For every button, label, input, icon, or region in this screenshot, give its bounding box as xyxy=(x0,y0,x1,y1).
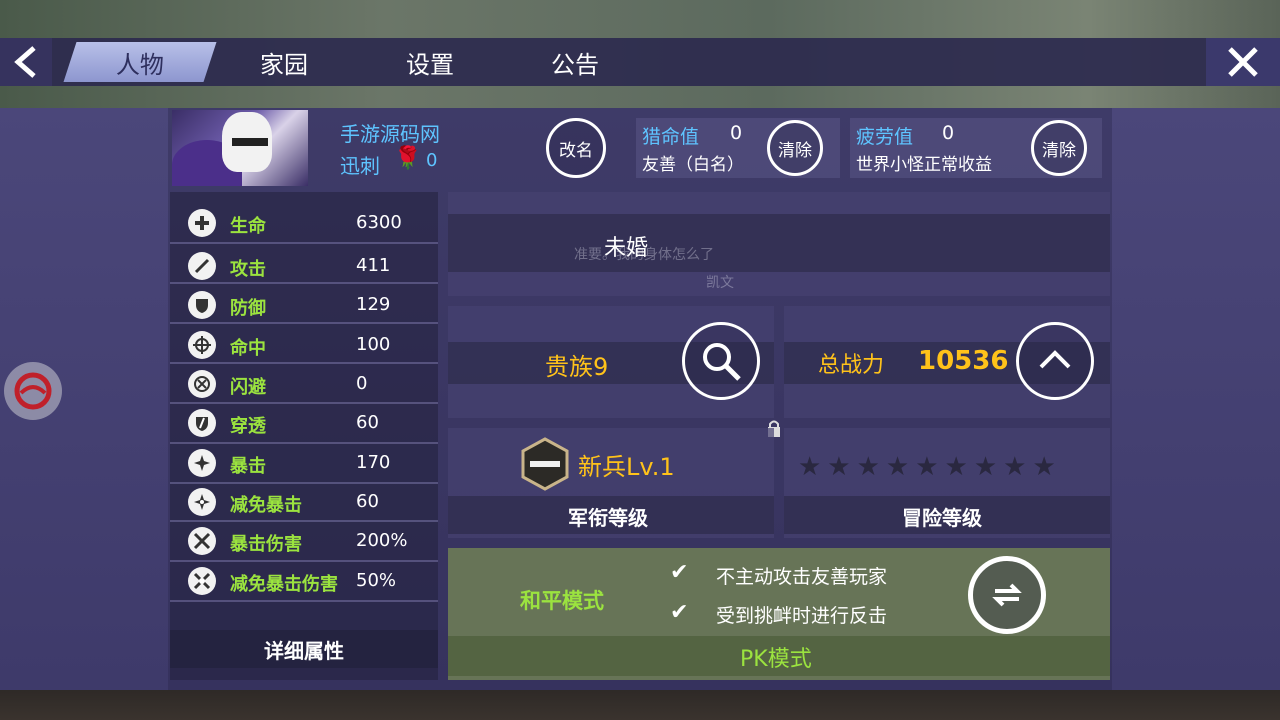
adventure-stars: ★★★★★★★★★ xyxy=(798,452,1062,482)
stat-label: 命中 xyxy=(230,338,266,359)
peace-mode-label: 和平模式 xyxy=(520,589,604,613)
noble-search-button[interactable] xyxy=(682,322,760,400)
stat-label: 攻击 xyxy=(230,259,266,280)
rose-count: 0 xyxy=(426,150,438,171)
hunt-desc: 友善（白名） xyxy=(642,155,744,175)
avatar-mask xyxy=(232,138,268,146)
search-icon xyxy=(703,343,741,381)
tab-home[interactable]: 家园 xyxy=(214,42,354,82)
hunt-title: 猎命值 xyxy=(642,126,700,148)
detail-attributes-button[interactable]: 详细属性 xyxy=(170,630,438,668)
swap-arrows-icon xyxy=(992,583,1022,607)
pk-mode-title: PK模式 xyxy=(740,647,812,672)
stat-label: 减免暴击 xyxy=(230,495,302,516)
tab-label: 公告 xyxy=(551,50,599,79)
tab-announcements[interactable]: 公告 xyxy=(505,42,645,82)
stat-label: 减免暴击伤害 xyxy=(230,574,338,595)
tab-label: 设置 xyxy=(406,50,454,79)
sword-icon xyxy=(188,252,216,280)
fatigue-clear-button[interactable]: 清除 xyxy=(1031,120,1087,176)
power-label: 总战力 xyxy=(818,353,885,378)
plus-icon xyxy=(188,209,216,237)
fatigue-value: 0 xyxy=(942,122,955,144)
rename-button[interactable]: 改名 xyxy=(546,118,606,178)
stat-value: 170 xyxy=(356,452,391,473)
stat-value: 100 xyxy=(356,334,391,355)
fatigue-desc: 世界小怪正常收益 xyxy=(856,155,992,175)
crosshair-icon xyxy=(188,331,216,359)
stat-value: 60 xyxy=(356,412,379,433)
pk-mode-switch-button[interactable] xyxy=(968,556,1046,634)
check-icon: ✔ xyxy=(670,560,689,585)
pk-rule: 不主动攻击友善玩家 xyxy=(716,566,888,588)
rank-badge-icon xyxy=(521,437,569,491)
server-name: 手游源码网 xyxy=(340,122,440,146)
chevron-up-icon xyxy=(1039,350,1071,369)
adventure-title: 冒险等级 xyxy=(902,506,982,530)
side-logo-button[interactable] xyxy=(4,362,62,420)
tab-character[interactable]: 人物 xyxy=(63,42,217,82)
dodge-icon xyxy=(188,370,216,398)
rose-icon: 🌹 xyxy=(394,146,422,171)
close-icon xyxy=(1228,47,1258,77)
pierce-icon xyxy=(188,409,216,437)
stat-label: 闪避 xyxy=(230,377,266,398)
game-logo-icon xyxy=(14,372,52,410)
fatigue-title: 疲劳值 xyxy=(856,126,914,148)
marriage-strip xyxy=(448,214,1110,272)
stat-label: 暴击 xyxy=(230,456,266,477)
military-rank: 新兵Lv.1 xyxy=(578,453,675,481)
stat-value: 50% xyxy=(356,570,397,591)
noble-level: 贵族9 xyxy=(545,353,609,381)
stat-label: 暴击伤害 xyxy=(230,534,302,555)
chevron-left-icon xyxy=(14,46,36,78)
stat-value: 6300 xyxy=(356,212,402,233)
crossed-swords-reduce-icon xyxy=(188,567,216,595)
pk-rule: 受到挑衅时进行反击 xyxy=(716,605,888,627)
stat-value: 200% xyxy=(356,530,408,551)
tab-label: 人物 xyxy=(116,50,164,79)
background-dialogue-name: 凯文 xyxy=(706,275,734,291)
stat-value: 60 xyxy=(356,491,379,512)
shield-icon xyxy=(188,291,216,319)
stat-label: 穿透 xyxy=(230,416,266,437)
back-button[interactable] xyxy=(0,38,52,86)
crossed-swords-icon xyxy=(188,527,216,555)
hunt-value: 0 xyxy=(730,122,743,144)
stat-label: 生命 xyxy=(230,216,266,237)
character-avatar[interactable] xyxy=(172,110,308,186)
marriage-status: 未婚 xyxy=(604,236,649,261)
close-button[interactable] xyxy=(1206,38,1280,86)
stat-label: 防御 xyxy=(230,298,266,319)
burst-icon xyxy=(188,449,216,477)
military-rank-title: 军衔等级 xyxy=(568,506,648,530)
burst-reduce-icon xyxy=(188,488,216,516)
stat-value: 129 xyxy=(356,294,391,315)
character-name: 迅刺 xyxy=(340,154,380,178)
stat-value: 411 xyxy=(356,255,391,276)
hunt-clear-button[interactable]: 清除 xyxy=(767,120,823,176)
power-value: 10536 xyxy=(918,346,1009,376)
power-expand-button[interactable] xyxy=(1016,322,1094,400)
tab-label: 家园 xyxy=(260,50,308,79)
check-icon: ✔ xyxy=(670,600,689,625)
tab-settings[interactable]: 设置 xyxy=(360,42,500,82)
stat-value: 0 xyxy=(356,373,368,394)
